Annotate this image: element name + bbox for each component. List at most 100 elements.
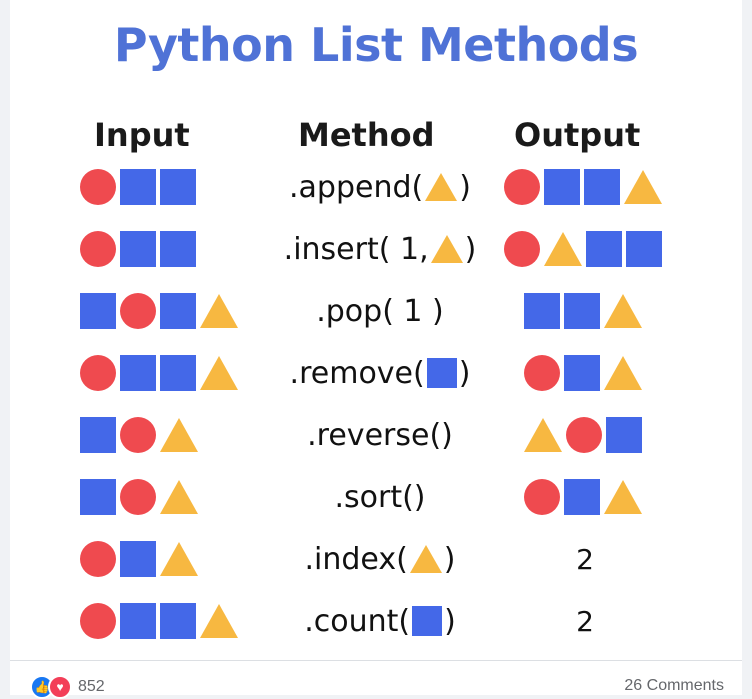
method-name: .sort() <box>334 479 426 515</box>
output-value: 2 <box>576 604 594 638</box>
circle-icon <box>80 231 116 267</box>
triangle-icon <box>200 294 238 328</box>
method-close-paren: ) <box>459 169 471 205</box>
square-icon <box>544 169 580 205</box>
circle-icon <box>504 169 540 205</box>
input-shapes <box>80 342 270 404</box>
square-icon <box>120 603 156 639</box>
input-shapes <box>80 590 270 652</box>
output-shapes <box>490 156 680 218</box>
argument-square-icon <box>426 358 457 388</box>
circle-icon <box>120 417 156 453</box>
input-shapes <box>80 156 270 218</box>
post-card: Python List Methods Input Method Output … <box>10 0 742 699</box>
method-call: .sort() <box>334 480 425 515</box>
method-row: .pop( 1 ) <box>10 280 742 342</box>
method-close-paren: ) <box>443 541 456 577</box>
method-row: .remove() <box>10 342 742 404</box>
input-shapes <box>80 280 270 342</box>
argument-triangle-icon <box>409 545 442 573</box>
method-call: .remove() <box>290 356 471 391</box>
method-name: .count( <box>304 603 411 639</box>
reactions-summary[interactable]: 👍 ♥ 852 <box>30 675 105 699</box>
circle-icon <box>120 293 156 329</box>
square-icon <box>160 231 196 267</box>
method-row: .index() 2 <box>10 528 742 590</box>
square-icon <box>564 355 600 391</box>
argument-triangle-icon <box>430 235 463 263</box>
triangle-icon <box>200 604 238 638</box>
infographic-title: Python List Methods <box>113 18 639 72</box>
square-icon <box>120 355 156 391</box>
circle-icon <box>80 603 116 639</box>
square-icon <box>586 231 622 267</box>
square-icon <box>120 169 156 205</box>
output-shapes <box>490 466 680 528</box>
method-close-paren: ) <box>458 355 471 391</box>
argument-square-icon <box>412 606 443 636</box>
output-shapes <box>490 404 680 466</box>
method-name: .insert( 1, <box>283 231 429 267</box>
square-icon <box>564 293 600 329</box>
input-shapes <box>80 404 270 466</box>
output-shapes <box>490 280 680 342</box>
method-call: .append() <box>289 170 471 205</box>
square-icon <box>626 231 662 267</box>
method-close-paren: ) <box>444 603 456 639</box>
output-shapes: 2 <box>490 528 680 590</box>
circle-icon <box>524 479 560 515</box>
method-name: .pop( 1 ) <box>316 293 444 329</box>
method-call: .pop( 1 ) <box>316 294 444 329</box>
method-row: .count() 2 <box>10 590 742 652</box>
method-call: .insert( 1, ) <box>284 232 477 267</box>
reaction-count: 852 <box>78 678 105 695</box>
triangle-icon <box>604 480 642 514</box>
post-image[interactable]: Python List Methods Input Method Output … <box>10 0 742 660</box>
circle-icon <box>566 417 602 453</box>
triangle-icon <box>624 170 662 204</box>
circle-icon <box>80 355 116 391</box>
output-value: 2 <box>576 542 594 576</box>
method-name: .reverse() <box>307 417 453 453</box>
method-name: .append( <box>289 169 424 205</box>
input-shapes <box>80 466 270 528</box>
method-close-paren: ) <box>464 231 477 267</box>
triangle-icon <box>544 232 582 266</box>
circle-icon <box>524 355 560 391</box>
circle-icon <box>80 169 116 205</box>
square-icon <box>160 603 196 639</box>
square-icon <box>80 479 116 515</box>
triangle-icon <box>160 542 198 576</box>
method-header: Method <box>298 116 435 154</box>
method-call: .index() <box>304 542 455 577</box>
square-icon <box>160 169 196 205</box>
square-icon <box>524 293 560 329</box>
circle-icon <box>80 541 116 577</box>
triangle-icon <box>524 418 562 452</box>
input-shapes <box>80 218 270 280</box>
output-shapes <box>490 218 680 280</box>
square-icon <box>160 355 196 391</box>
method-row: .reverse() <box>10 404 742 466</box>
output-shapes: 2 <box>490 590 680 652</box>
love-icon: ♥ <box>48 675 72 699</box>
method-name: .remove( <box>289 355 425 391</box>
output-header: Output <box>514 116 641 154</box>
square-icon <box>606 417 642 453</box>
method-row: .sort() <box>10 466 742 528</box>
square-icon <box>80 293 116 329</box>
method-name: .index( <box>304 541 408 577</box>
square-icon <box>160 293 196 329</box>
triangle-icon <box>200 356 238 390</box>
triangle-icon <box>160 418 198 452</box>
comments-link[interactable]: 26 Comments <box>624 677 724 695</box>
method-call: .count() <box>304 604 456 639</box>
square-icon <box>80 417 116 453</box>
triangle-icon <box>604 356 642 390</box>
input-header: Input <box>94 116 190 154</box>
triangle-icon <box>604 294 642 328</box>
square-icon <box>584 169 620 205</box>
input-shapes <box>80 528 270 590</box>
circle-icon <box>120 479 156 515</box>
output-shapes <box>490 342 680 404</box>
